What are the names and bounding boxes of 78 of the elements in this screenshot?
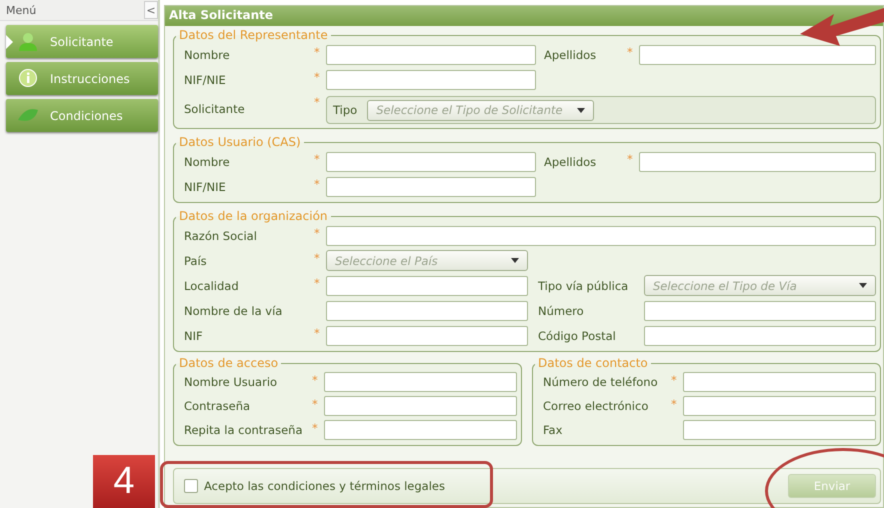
step-number: 4 xyxy=(93,455,155,508)
required-asterisk: * xyxy=(314,226,321,240)
text-field[interactable] xyxy=(326,70,536,90)
section-legend: Datos del Representante xyxy=(176,28,331,42)
field-label: Tipo vía pública xyxy=(538,278,630,292)
field-label: Correo electrónico xyxy=(543,399,650,413)
text-field[interactable] xyxy=(639,44,876,64)
section-legend: Datos de contacto xyxy=(535,356,651,370)
required-asterisk: * xyxy=(312,421,319,435)
checkbox[interactable] xyxy=(184,479,198,493)
required-asterisk: * xyxy=(314,95,321,109)
dropdown-caret-icon xyxy=(577,108,586,112)
text-field[interactable] xyxy=(324,396,517,416)
dropdown[interactable]: Seleccione el País xyxy=(326,250,528,271)
dropdown[interactable]: Seleccione el Tipo de Vía xyxy=(644,275,876,296)
text-field[interactable] xyxy=(683,420,876,440)
dropdown-caret-icon xyxy=(511,258,519,263)
required-asterisk: * xyxy=(314,326,321,340)
person-icon xyxy=(16,32,40,52)
text-field[interactable] xyxy=(683,396,876,416)
field-label: Razón Social xyxy=(184,228,258,242)
field-label: Nombre xyxy=(184,154,231,168)
field-label: NIF/NIE xyxy=(184,180,227,194)
required-asterisk: * xyxy=(312,373,319,387)
field-label: Localidad xyxy=(184,278,240,292)
field-label: Código Postal xyxy=(538,328,617,342)
section-legend: Datos de la organización xyxy=(176,209,331,223)
required-asterisk: * xyxy=(314,70,321,84)
text-field[interactable] xyxy=(683,372,876,392)
field-label: Nombre Usuario xyxy=(184,375,278,389)
field-label: Solicitante xyxy=(184,102,246,116)
field-label: NIF xyxy=(184,328,204,342)
panel-title: Alta Solicitante xyxy=(165,6,883,26)
text-field[interactable] xyxy=(326,176,536,196)
info-icon xyxy=(16,68,40,88)
required-asterisk: * xyxy=(671,397,678,411)
text-field[interactable] xyxy=(326,276,528,296)
section-legend: Datos de acceso xyxy=(176,356,282,370)
text-field[interactable] xyxy=(326,44,536,64)
field-label: Nombre xyxy=(184,48,231,62)
collapse-button[interactable]: < xyxy=(144,1,158,19)
field-label: Fax xyxy=(543,423,564,437)
required-asterisk: * xyxy=(314,276,321,290)
required-asterisk: * xyxy=(314,177,321,191)
text-field[interactable] xyxy=(326,152,536,172)
checkbox-label[interactable]: Acepto las condiciones y términos legales xyxy=(204,479,445,493)
required-asterisk: * xyxy=(314,251,321,265)
field-label: Nombre de la vía xyxy=(184,304,284,318)
field-label: Número de teléfono xyxy=(543,375,659,389)
field-label: Apellidos xyxy=(544,154,598,168)
field-label: Tipo xyxy=(333,103,358,117)
field-label: País xyxy=(184,254,208,268)
required-asterisk: * xyxy=(627,45,634,59)
text-field[interactable] xyxy=(324,372,517,392)
text-field[interactable] xyxy=(324,420,517,440)
dropdown[interactable]: Seleccione el Tipo de Solicitante xyxy=(367,100,594,120)
dropdown-caret-icon xyxy=(859,283,867,288)
menu-title: Menú xyxy=(6,4,36,16)
text-field[interactable] xyxy=(326,226,876,246)
field-label: Contraseña xyxy=(184,399,252,413)
field-label: Apellidos xyxy=(544,48,598,62)
text-field[interactable] xyxy=(326,300,528,320)
field-label: Repita la contraseña xyxy=(184,423,304,437)
menu-item[interactable]: Solicitante xyxy=(6,25,158,58)
required-asterisk: * xyxy=(671,373,678,387)
text-field[interactable] xyxy=(644,300,876,320)
required-asterisk: * xyxy=(314,45,321,59)
field-label: Número xyxy=(538,304,585,318)
text-field[interactable] xyxy=(326,326,528,346)
text-field[interactable] xyxy=(639,152,876,172)
required-asterisk: * xyxy=(312,397,319,411)
menu-item[interactable]: Condiciones xyxy=(6,99,158,132)
required-asterisk: * xyxy=(314,152,321,166)
section-legend: Datos Usuario (CAS) xyxy=(176,135,304,149)
menu-item[interactable]: Instrucciones xyxy=(6,62,158,95)
required-asterisk: * xyxy=(627,152,634,166)
field-label: NIF/NIE xyxy=(184,72,227,86)
text-field[interactable] xyxy=(644,326,876,346)
